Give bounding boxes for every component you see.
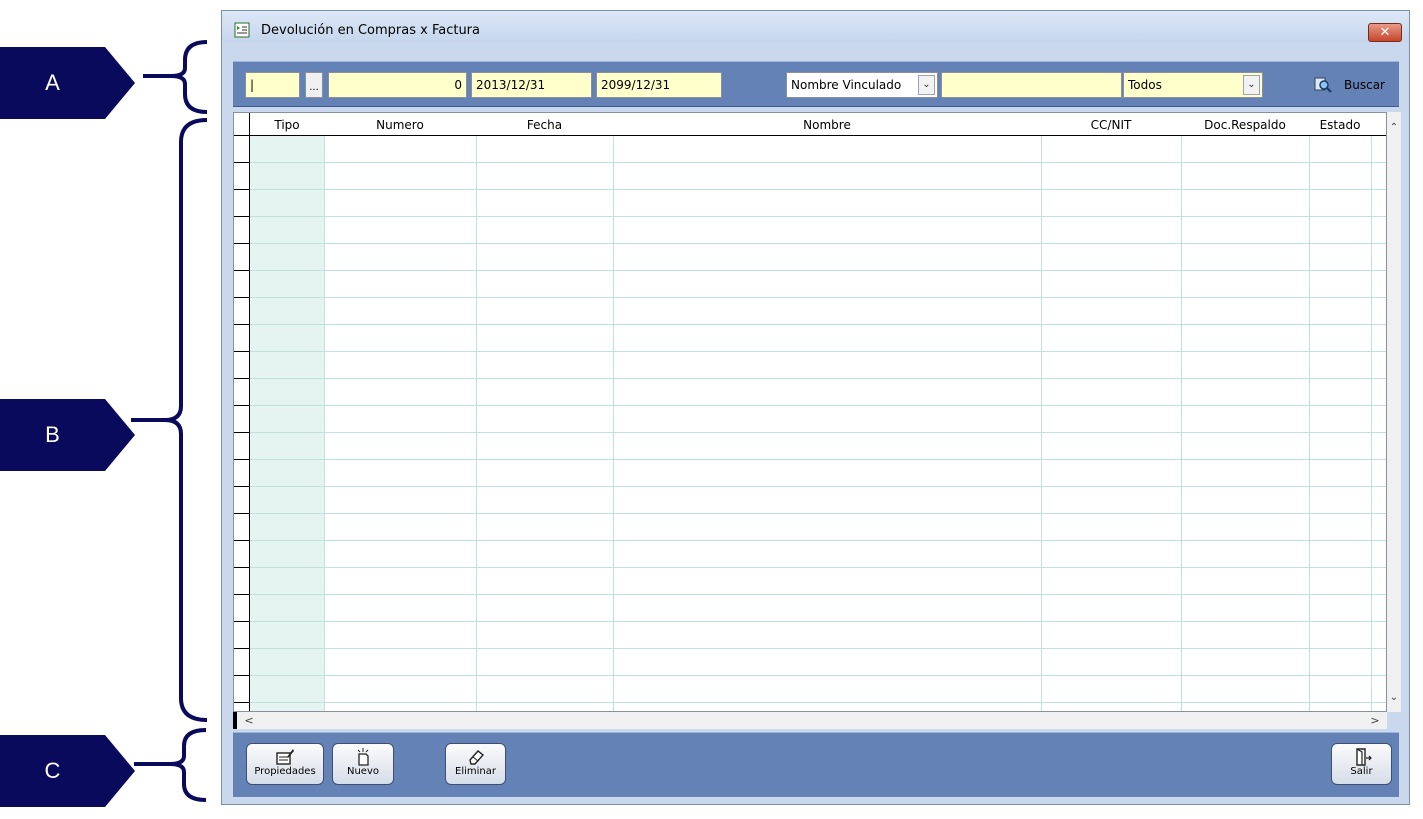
brace-c [134,728,207,802]
close-button[interactable]: ✕ [1368,23,1402,42]
lookup-button[interactable]: ... [305,72,323,98]
app-icon [234,22,250,38]
nuevo-label: Nuevo [346,766,379,777]
number-input[interactable]: 0 [328,72,467,98]
exit-door-icon [1355,748,1372,766]
eliminar-button[interactable]: Eliminar [445,743,506,785]
search-by-value: Nombre Vinculado [791,78,902,92]
annotation-a: A [0,47,135,119]
nuevo-button[interactable]: Nuevo [332,743,394,785]
scroll-left-icon[interactable]: < [241,712,257,729]
brace-a [143,40,208,114]
row-selector-column[interactable] [234,113,250,711]
filter-toolbar: | ... 0 2013/12/31 2099/12/31 Nombre Vin… [233,61,1399,107]
code-input[interactable]: | [245,72,300,98]
annotation-a-label: A [45,70,60,95]
salir-button[interactable]: Salir [1331,743,1392,785]
column-header-fecha[interactable]: Fecha [476,113,613,135]
title-bar: Devolución en Compras x Factura ✕ [222,11,1409,42]
date-to-input[interactable]: 2099/12/31 [596,72,722,98]
scroll-right-icon[interactable]: > [1367,712,1383,729]
scroll-down-icon[interactable]: ⌄ [1387,690,1401,706]
properties-icon [276,749,294,765]
eliminar-label: Eliminar [455,766,496,777]
eraser-icon [468,750,484,765]
column-header-numero[interactable]: Numero [324,113,476,135]
search-button-label: Buscar [1344,78,1385,92]
results-grid[interactable]: Tipo Numero Fecha Nombre CC/NIT Doc.Resp… [233,112,1387,712]
status-select[interactable]: Todos ⌄ [1123,72,1263,98]
annotation-b-label: B [45,422,60,447]
new-document-icon [357,748,369,766]
propiedades-label: Propiedades [254,766,316,777]
status-value: Todos [1128,78,1162,92]
column-header-nombre[interactable]: Nombre [613,113,1041,135]
main-window: Devolución en Compras x Factura ✕ | ... … [221,10,1410,805]
column-header-estado[interactable]: Estado [1309,113,1371,135]
action-bar: Propiedades Nuevo Eliminar Salir [233,732,1399,797]
search-text-input[interactable] [941,72,1122,98]
column-header-doc-respaldo[interactable]: Doc.Respaldo [1181,113,1309,135]
chevron-down-icon[interactable]: ⌄ [918,75,935,95]
vertical-scrollbar[interactable]: ⌃ ⌄ [1387,112,1401,712]
brace-b [131,118,208,722]
propiedades-button[interactable]: Propiedades [246,743,324,785]
annotation-b: B [0,399,135,471]
annotation-c-label: C [44,758,61,783]
horizontal-scrollbar[interactable]: < > [233,712,1387,729]
column-header-tipo[interactable]: Tipo [250,113,324,135]
column-header-cc-nit[interactable]: CC/NIT [1041,113,1181,135]
search-button[interactable]: Buscar [1314,74,1385,96]
annotation-c: C [0,735,135,807]
scroll-up-icon[interactable]: ⌃ [1387,120,1401,136]
window-title: Devolución en Compras x Factura [261,23,480,38]
salir-label: Salir [1350,766,1373,777]
grid-header: Tipo Numero Fecha Nombre CC/NIT Doc.Resp… [250,113,1386,136]
search-icon [1314,77,1332,93]
search-by-select[interactable]: Nombre Vinculado ⌄ [786,72,938,98]
chevron-down-icon[interactable]: ⌄ [1243,75,1260,95]
date-from-input[interactable]: 2013/12/31 [471,72,592,98]
